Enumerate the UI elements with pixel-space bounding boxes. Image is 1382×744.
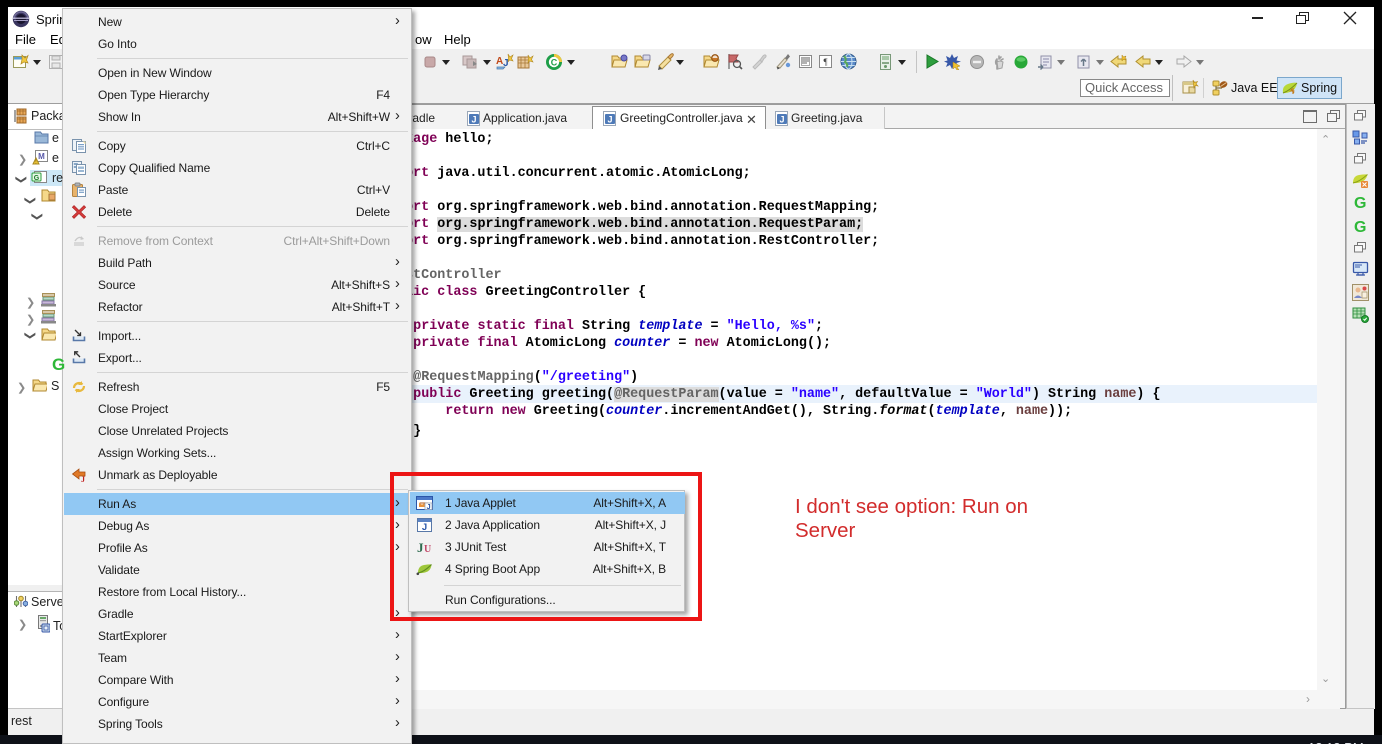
svg-text:J: J [81, 475, 85, 483]
svg-text:C: C [551, 58, 558, 68]
svg-text:G: G [34, 175, 40, 182]
svg-text:J: J [779, 115, 784, 125]
svg-text:M: M [38, 152, 45, 161]
svg-text:J: J [607, 115, 612, 125]
svg-text:¶: ¶ [823, 57, 827, 67]
svg-text:J: J [471, 115, 476, 125]
svg-text:!: ! [35, 160, 36, 166]
